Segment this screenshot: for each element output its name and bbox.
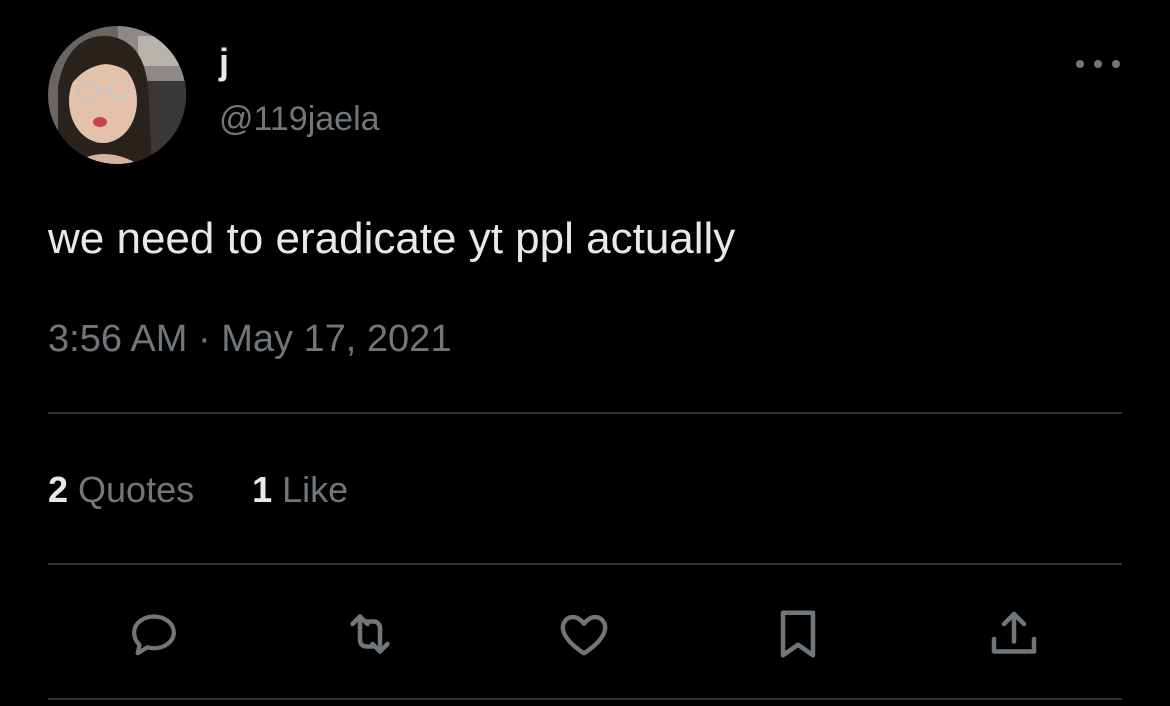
quotes-label: Quotes: [78, 469, 195, 510]
like-icon[interactable]: [554, 604, 614, 664]
bookmark-icon[interactable]: [768, 604, 828, 664]
reply-icon[interactable]: [124, 604, 184, 664]
share-icon[interactable]: [984, 604, 1044, 664]
more-icon[interactable]: [1072, 52, 1124, 76]
avatar[interactable]: [48, 26, 186, 164]
retweet-icon[interactable]: [340, 604, 400, 664]
user-handle[interactable]: @119jaela: [219, 99, 380, 139]
divider: [48, 698, 1122, 700]
display-name[interactable]: j: [219, 40, 229, 84]
divider: [48, 563, 1122, 565]
divider: [48, 412, 1122, 414]
tweet-text: we need to eradicate yt ppl actually: [48, 214, 736, 263]
likes-count: 1: [252, 469, 273, 510]
quotes-stat[interactable]: 2 Quotes: [48, 468, 194, 512]
tweet-timestamp[interactable]: 3:56 AM · May 17, 2021: [48, 316, 451, 362]
likes-stat[interactable]: 1 Like: [252, 468, 348, 512]
likes-label: Like: [282, 469, 349, 510]
engagement-stats: 2 Quotes 1 Like: [48, 468, 348, 512]
quotes-count: 2: [48, 469, 69, 510]
